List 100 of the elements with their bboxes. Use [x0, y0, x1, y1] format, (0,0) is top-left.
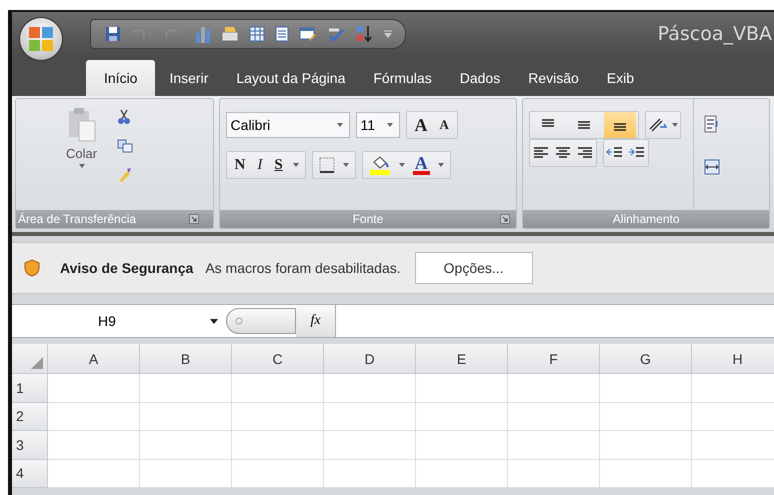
- grid-cell[interactable]: [140, 374, 232, 402]
- grid-cell[interactable]: [140, 431, 232, 460]
- group-label: Alinhamento: [612, 212, 680, 226]
- grid-cell[interactable]: [48, 460, 140, 488]
- dropdown-arrow-icon: [210, 318, 218, 324]
- grid-cell[interactable]: [508, 402, 600, 431]
- group-label: Área de Transferência: [18, 212, 136, 226]
- grid-cell[interactable]: [324, 460, 416, 488]
- column-header[interactable]: H: [692, 344, 774, 374]
- copy-icon[interactable]: [117, 139, 134, 153]
- clipboard-icon: [66, 107, 97, 143]
- grid-cell[interactable]: [416, 431, 508, 460]
- align-right-icon[interactable]: [576, 146, 594, 160]
- insert-function-button[interactable]: fx: [296, 305, 336, 337]
- grid-cell[interactable]: [232, 374, 324, 402]
- sort-icon[interactable]: [355, 25, 373, 43]
- ribbon-tab[interactable]: Layout da Página: [222, 60, 360, 96]
- form-icon[interactable]: [221, 26, 239, 42]
- document-icon[interactable]: [275, 26, 289, 42]
- vertical-align-button[interactable]: [604, 112, 636, 138]
- ribbon-tab[interactable]: Exib: [592, 60, 648, 96]
- row-header[interactable]: 4: [12, 460, 48, 488]
- ribbon-tab[interactable]: Início: [86, 60, 156, 96]
- column-header[interactable]: B: [140, 344, 232, 374]
- select-all-icon: [31, 357, 43, 369]
- column-header[interactable]: F: [508, 344, 600, 374]
- grid-cell[interactable]: [324, 431, 416, 460]
- circle-icon: [235, 317, 243, 325]
- grid-cell[interactable]: [140, 402, 232, 431]
- window-title: Páscoa_VBA: [658, 23, 772, 45]
- caret-icon: [438, 163, 444, 167]
- font-name-field[interactable]: Calibri: [226, 112, 350, 138]
- grid-cell[interactable]: [140, 460, 232, 488]
- grid-cell[interactable]: [600, 402, 692, 431]
- dialog-launcher-icon[interactable]: [500, 214, 510, 224]
- grid-cell[interactable]: [232, 460, 324, 488]
- font-size-field[interactable]: 11: [356, 112, 400, 138]
- borders-icon[interactable]: [318, 157, 335, 173]
- grid-cell[interactable]: [416, 374, 508, 402]
- grid-cell[interactable]: [600, 374, 692, 402]
- grid-cell[interactable]: [48, 431, 140, 460]
- table-icon[interactable]: [249, 26, 265, 42]
- align-left-icon[interactable]: [532, 146, 550, 160]
- grid-cell[interactable]: [48, 374, 140, 402]
- align-center-icon[interactable]: [554, 146, 572, 160]
- grid-cell[interactable]: [232, 431, 324, 460]
- column-header[interactable]: D: [324, 344, 416, 374]
- wrap-text-icon[interactable]: [704, 115, 720, 133]
- caret-icon: [386, 123, 393, 127]
- caret-icon: [672, 123, 678, 127]
- merge-cells-icon[interactable]: [704, 159, 720, 175]
- dialog-launcher-icon[interactable]: [188, 214, 199, 224]
- grid-cell[interactable]: [508, 431, 600, 460]
- security-warning-title: Aviso de Segurança: [60, 260, 194, 276]
- format-painter-icon[interactable]: [117, 167, 134, 183]
- paste-button[interactable]: Colar: [66, 107, 98, 195]
- grid-cell[interactable]: [324, 402, 416, 431]
- grow-font-button[interactable]: A: [412, 114, 430, 136]
- grid-cell[interactable]: [508, 460, 600, 488]
- logo-icon: [26, 24, 56, 54]
- caret-icon: [398, 163, 405, 167]
- grid-cell[interactable]: [416, 460, 508, 488]
- shrink-font-button[interactable]: A: [438, 117, 451, 133]
- bar-chart-icon[interactable]: [195, 25, 211, 43]
- scissors-icon[interactable]: [117, 109, 132, 125]
- underline-button[interactable]: S: [272, 156, 285, 174]
- row-header[interactable]: 3: [12, 431, 48, 460]
- customize-caret-icon[interactable]: [383, 29, 393, 39]
- italic-button[interactable]: I: [255, 156, 264, 174]
- row-header[interactable]: 2: [12, 402, 48, 431]
- row-header[interactable]: 1: [12, 374, 48, 402]
- grid-cell[interactable]: [600, 460, 692, 488]
- caret-icon: [342, 163, 349, 167]
- caret-icon: [336, 123, 343, 127]
- column-header[interactable]: E: [416, 344, 508, 374]
- options-button[interactable]: Opções...: [414, 252, 533, 284]
- grid-cell[interactable]: [416, 402, 508, 431]
- ribbon-tab[interactable]: Fórmulas: [359, 60, 446, 96]
- select-all-corner[interactable]: [12, 344, 48, 374]
- name-box[interactable]: H9: [12, 305, 226, 337]
- ribbon-tab[interactable]: Dados: [446, 60, 514, 96]
- bold-button[interactable]: N: [232, 156, 248, 174]
- column-header[interactable]: C: [232, 344, 324, 374]
- font-color-button[interactable]: A: [412, 155, 430, 175]
- grid-cell[interactable]: [232, 402, 324, 431]
- save-icon[interactable]: [105, 26, 121, 42]
- grid-cell[interactable]: [324, 374, 416, 402]
- grid-cell[interactable]: [508, 374, 600, 402]
- column-header[interactable]: G: [600, 344, 692, 374]
- caret-icon: [78, 164, 85, 168]
- grid-cell[interactable]: [600, 431, 692, 460]
- table-edit-icon[interactable]: [299, 26, 317, 42]
- spell-check-icon[interactable]: [327, 26, 345, 42]
- text-orientation-icon[interactable]: [648, 117, 668, 133]
- shield-icon: [24, 259, 40, 277]
- grid-cell[interactable]: [48, 402, 140, 431]
- ribbon-tab[interactable]: Revisão: [514, 60, 593, 96]
- fill-color-icon[interactable]: [368, 155, 391, 175]
- column-header[interactable]: A: [48, 344, 140, 374]
- ribbon-tab[interactable]: Inserir: [155, 60, 222, 96]
